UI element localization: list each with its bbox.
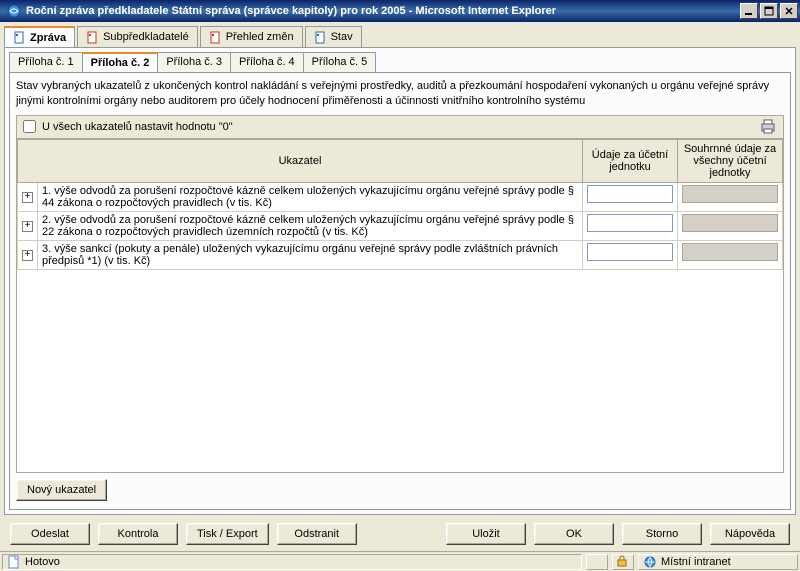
set-zero-label: U všech ukazatelů nastavit hodnotu "0" — [42, 121, 233, 133]
summary-value-field — [682, 243, 778, 261]
status-document-icon — [7, 555, 21, 569]
sub-tab-3[interactable]: Příloha č. 4 — [230, 52, 304, 72]
set-zero-checkbox[interactable] — [23, 120, 36, 133]
table-row: +1. výše odvodů za porušení rozpočtové k… — [18, 182, 783, 211]
description-text: Stav vybraných ukazatelů z ukončených ko… — [16, 79, 784, 115]
check-button[interactable]: Kontrola — [98, 523, 178, 545]
bottom-button-bar: Odeslat Kontrola Tisk / Export Odstranit… — [0, 519, 800, 551]
main-tab-3[interactable]: Stav — [305, 26, 362, 47]
data-grid: Ukazatel Údaje za účetní jednotku Souhrn… — [16, 139, 784, 473]
summary-value-field — [682, 185, 778, 203]
status-zone-text: Místní intranet — [661, 556, 731, 568]
main-tab-label: Zpráva — [30, 32, 66, 44]
delete-button[interactable]: Odstranit — [277, 523, 357, 545]
status-text: Hotovo — [25, 556, 60, 568]
sub-tab-1[interactable]: Příloha č. 2 — [82, 52, 159, 72]
col-summary-data: Souhrnné údaje za všechny účetní jednotk… — [678, 139, 783, 182]
minimize-button[interactable] — [740, 3, 758, 19]
close-button[interactable] — [780, 3, 798, 19]
document-icon — [13, 31, 26, 44]
table-row: +3. výše sankcí (pokuty a penále) uložen… — [18, 240, 783, 269]
col-unit-data: Údaje za účetní jednotku — [583, 139, 678, 182]
window-titlebar: Roční zpráva předkladatele Státní správa… — [0, 0, 800, 22]
lock-icon — [616, 555, 630, 569]
print-icon[interactable] — [759, 119, 777, 135]
cancel-button[interactable]: Storno — [622, 523, 702, 545]
maximize-button[interactable] — [760, 3, 778, 19]
unit-value-input[interactable] — [587, 243, 673, 261]
main-tabstrip: Zpráva Subpředkladatelé Přehled změn Stav — [0, 22, 800, 47]
indicator-text: 2. výše odvodů za porušení rozpočtové ká… — [38, 211, 583, 240]
status-lock-cell — [612, 554, 634, 570]
edit-icon — [209, 31, 222, 44]
sub-tab-2[interactable]: Příloha č. 3 — [157, 52, 231, 72]
ok-button[interactable]: OK — [534, 523, 614, 545]
help-button[interactable]: Nápověda — [710, 523, 790, 545]
unit-value-input[interactable] — [587, 214, 673, 232]
status-bar: Hotovo Místní intranet — [0, 551, 800, 571]
indicator-text: 1. výše odvodů za porušení rozpočtové ká… — [38, 182, 583, 211]
main-tab-2[interactable]: Přehled změn — [200, 26, 303, 47]
new-indicator-button[interactable]: Nový ukazatel — [16, 479, 107, 501]
main-tab-1[interactable]: Subpředkladatelé — [77, 26, 198, 47]
status-cell-empty1 — [586, 554, 608, 570]
users-icon — [86, 31, 99, 44]
main-tab-label: Subpředkladatelé — [103, 31, 189, 43]
main-tab-label: Přehled změn — [226, 31, 294, 43]
unit-value-input[interactable] — [587, 185, 673, 203]
main-tab-label: Stav — [331, 31, 353, 43]
col-ukazatel: Ukazatel — [18, 139, 583, 182]
tab-body: Příloha č. 1Příloha č. 2Příloha č. 3Příl… — [4, 47, 796, 515]
ie-icon — [6, 3, 22, 19]
status-zone-cell: Místní intranet — [638, 554, 798, 570]
indicator-text: 3. výše sankcí (pokuty a penále) uložený… — [38, 240, 583, 269]
person-icon — [314, 31, 327, 44]
save-button[interactable]: Uložit — [446, 523, 526, 545]
sub-tabstrip: Příloha č. 1Příloha č. 2Příloha č. 3Příl… — [9, 52, 791, 72]
sub-tab-0[interactable]: Příloha č. 1 — [9, 52, 83, 72]
sub-tab-body: Stav vybraných ukazatelů z ukončených ko… — [9, 72, 791, 510]
sub-tab-4[interactable]: Příloha č. 5 — [303, 52, 377, 72]
send-button[interactable]: Odeslat — [10, 523, 90, 545]
summary-value-field — [682, 214, 778, 232]
toolbar: U všech ukazatelů nastavit hodnotu "0" — [16, 115, 784, 139]
main-tab-0[interactable]: Zpráva — [4, 26, 75, 47]
intranet-icon — [643, 555, 657, 569]
expand-icon[interactable]: + — [22, 250, 33, 261]
print-export-button[interactable]: Tisk / Export — [186, 523, 269, 545]
expand-icon[interactable]: + — [22, 221, 33, 232]
table-row: +2. výše odvodů za porušení rozpočtové k… — [18, 211, 783, 240]
window-title: Roční zpráva předkladatele Státní správa… — [26, 5, 738, 17]
expand-icon[interactable]: + — [22, 192, 33, 203]
